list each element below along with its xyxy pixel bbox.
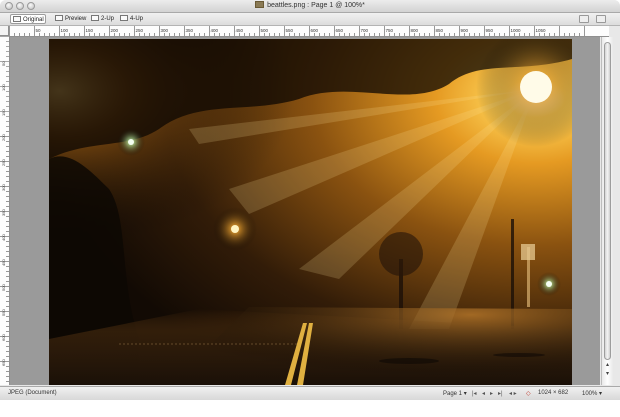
ruler-label: 950 bbox=[486, 28, 494, 33]
page-selector[interactable]: Page 1 ▾ bbox=[443, 390, 467, 397]
pencil-icon bbox=[13, 16, 21, 22]
ruler-label: 350 bbox=[1, 209, 6, 216]
ruler-label: 650 bbox=[336, 28, 344, 33]
document-image[interactable] bbox=[49, 39, 572, 385]
previous-page-button[interactable]: ◂ bbox=[482, 390, 485, 397]
ruler-label: 550 bbox=[286, 28, 294, 33]
ruler-label: 650 bbox=[1, 359, 6, 366]
ruler-label: 150 bbox=[86, 28, 94, 33]
ruler-label: 500 bbox=[1, 284, 6, 291]
tab-4up[interactable]: 4-Up bbox=[118, 14, 144, 24]
ruler-label: 500 bbox=[261, 28, 269, 33]
ruler-label: 50 bbox=[1, 61, 6, 66]
ruler-label: 200 bbox=[111, 28, 119, 33]
tab-2up-label: 2-Up bbox=[101, 16, 115, 22]
ruler-label: 750 bbox=[386, 28, 394, 33]
ruler-label: 900 bbox=[461, 28, 469, 33]
frame-nav-buttons[interactable]: ◂ ▸ bbox=[509, 390, 517, 397]
next-page-button[interactable]: ▸ bbox=[490, 390, 493, 397]
scroll-down-arrow-icon[interactable]: ▾ bbox=[605, 371, 610, 377]
two-up-icon bbox=[91, 15, 99, 21]
vertical-ruler[interactable]: 50 100 150 200 250 300 350 400 450 500 550 600 650 bbox=[0, 36, 10, 385]
tab-2up[interactable]: 2-Up bbox=[89, 14, 115, 24]
ruler-label: 600 bbox=[311, 28, 319, 33]
ruler-corner[interactable] bbox=[0, 26, 9, 36]
ruler-label: 50 bbox=[36, 28, 42, 33]
tab-preview[interactable]: Preview bbox=[53, 14, 87, 24]
canvas-area[interactable] bbox=[10, 37, 600, 385]
horizontal-ruler-ticks: 50 100 150 200 250 300 350 400 450 500 550 600 650 70… bbox=[9, 26, 585, 36]
ruler-label: 200 bbox=[1, 134, 6, 141]
ruler-label: 700 bbox=[361, 28, 369, 33]
ruler-label: 400 bbox=[1, 234, 6, 241]
ruler-label: 300 bbox=[1, 184, 6, 191]
document-type-label: JPEG (Document) bbox=[8, 390, 57, 396]
tab-preview-label: Preview bbox=[65, 16, 87, 22]
scroll-up-arrow-icon[interactable]: ▴ bbox=[605, 362, 610, 368]
first-page-button[interactable]: |◂ bbox=[472, 390, 477, 397]
tab-original-label: Original bbox=[23, 17, 44, 23]
status-bar: JPEG (Document) Page 1 ▾ |◂ ◂ ▸ ▸| ◂ ▸ ◇… bbox=[0, 386, 620, 400]
window-title-text: beattles.png : Page 1 @ 100%* bbox=[267, 2, 365, 9]
ruler-label: 300 bbox=[161, 28, 169, 33]
ruler-label: 100 bbox=[1, 84, 6, 91]
app-window: beattles.png : Page 1 @ 100%* Original P… bbox=[0, 0, 620, 417]
ruler-label: 800 bbox=[411, 28, 419, 33]
ruler-label: 250 bbox=[1, 159, 6, 166]
toolbar-options-icon[interactable] bbox=[596, 15, 606, 23]
toolbar-toggle-icon[interactable] bbox=[579, 15, 589, 23]
title-bar: beattles.png : Page 1 @ 100%* bbox=[0, 0, 620, 13]
vertical-scrollbar[interactable]: ▴ ▾ bbox=[601, 37, 613, 385]
ruler-label: 600 bbox=[1, 334, 6, 341]
ruler-label: 250 bbox=[136, 28, 144, 33]
ruler-label: 400 bbox=[211, 28, 219, 33]
image-dimensions: 1024 × 682 bbox=[538, 390, 569, 396]
preview-icon bbox=[55, 15, 63, 21]
zoom-selector[interactable]: 100% ▾ bbox=[582, 390, 602, 397]
vertical-ruler-ticks: 50 100 150 200 250 300 350 400 450 500 550 600 650 bbox=[0, 36, 9, 382]
diamond-icon[interactable]: ◇ bbox=[526, 390, 531, 397]
ruler-label: 850 bbox=[436, 28, 444, 33]
ruler-label: 100 bbox=[61, 28, 69, 33]
page-selector-arrow-icon: ▾ bbox=[463, 391, 467, 397]
view-tab-bar: Original Preview 2-Up 4-Up bbox=[0, 13, 620, 26]
vertical-scroll-thumb[interactable] bbox=[604, 42, 611, 360]
page-selector-label: Page 1 bbox=[443, 391, 463, 397]
last-page-button[interactable]: ▸| bbox=[498, 390, 503, 397]
ruler-label: 450 bbox=[236, 28, 244, 33]
ruler-label: 150 bbox=[1, 109, 6, 116]
document-icon bbox=[255, 1, 265, 8]
horizontal-ruler[interactable]: 50 100 150 200 250 300 350 400 450 500 550 600 650 70… bbox=[9, 26, 609, 37]
four-up-icon bbox=[120, 15, 128, 21]
ruler-label: 1050 bbox=[536, 28, 547, 33]
window-title: beattles.png : Page 1 @ 100%* bbox=[0, 0, 620, 12]
ruler-label: 450 bbox=[1, 259, 6, 266]
ruler-label: 1000 bbox=[511, 28, 522, 33]
ruler-label: 350 bbox=[186, 28, 194, 33]
foggy-street-photo bbox=[49, 39, 572, 385]
desktop-below bbox=[0, 400, 620, 417]
tab-4up-label: 4-Up bbox=[130, 16, 144, 22]
tab-original[interactable]: Original bbox=[10, 14, 46, 24]
ruler-label: 550 bbox=[1, 309, 6, 316]
